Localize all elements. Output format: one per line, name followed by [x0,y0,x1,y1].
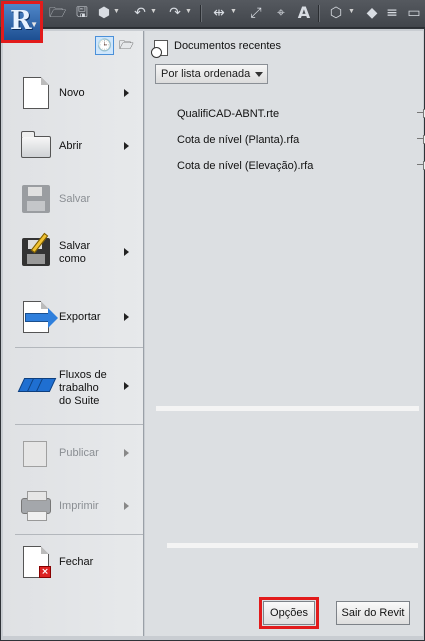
chevron-down-icon[interactable]: ▼ [348,8,355,15]
menu-commands-panel: 🕒 🗁 Novo Abrir Salvar Salvar como Export… [3,31,144,636]
thin-lines-icon[interactable]: ≡ [384,5,400,21]
save-icon[interactable]: 🖫 [74,5,90,21]
sort-order-select[interactable]: Por lista ordenada [155,64,268,84]
submenu-arrow-icon [124,449,129,457]
dimension-icon[interactable]: ⤢ [248,5,264,21]
recent-documents-title: Documentos recentes [174,40,281,52]
recent-documents-icon [151,40,168,58]
revit-logo-icon: R [10,6,32,36]
menu-item-label-line1: Fluxos de [59,369,107,381]
options-button[interactable]: Opções [259,597,319,629]
menu-item-publish[interactable]: Publicar [3,427,144,479]
submenu-arrow-icon [124,382,129,390]
menu-item-export[interactable]: Exportar [3,291,144,343]
recent-document-name: QualifiCAD-ABNT.rte [177,108,280,120]
text-icon[interactable]: A [296,5,312,21]
redo-icon[interactable]: ↷ [167,5,183,21]
menu-item-save[interactable]: Salvar [3,173,144,225]
menu-item-label: Salvar [59,193,91,205]
sync-icon[interactable]: ⬢ [96,5,112,21]
menu-item-label-line3: do Suite [59,395,100,407]
folder-icon [19,130,53,164]
recent-documents-panel: Documentos recentes Por lista ordenada Q… [145,31,425,636]
open-documents-view-button[interactable]: 🗁 [117,36,136,55]
publish-icon [19,437,53,471]
panel-divider [167,543,418,548]
toolbar-divider [318,5,319,22]
exit-revit-button[interactable]: Sair do Revit [336,601,410,625]
menu-item-label: Publicar [59,447,99,459]
menu-item-label: Imprimir [59,500,99,512]
new-document-icon [19,77,53,111]
3d-view-icon[interactable]: ⬡ [328,5,344,21]
menu-item-print[interactable]: Imprimir [3,480,144,532]
menu-item-close[interactable]: × Fechar [3,536,144,588]
pin-icon[interactable] [417,135,425,144]
submenu-arrow-icon [124,142,129,150]
menu-item-label: Abrir [59,140,83,152]
menu-item-suite-workflows[interactable]: Fluxos de trabalho do Suite [3,356,144,416]
open-icon[interactable]: 🗁 [49,5,66,21]
application-menu-button[interactable]: R ▼ [1,1,43,43]
chevron-down-icon[interactable]: ▼ [185,8,192,15]
chevron-down-icon[interactable]: ▼ [230,8,237,15]
menu-item-label-line2: como [59,253,86,265]
menu-item-label-line2: trabalho [59,382,99,394]
sort-order-value: Por lista ordenada [161,68,251,80]
recent-document-item[interactable]: Cota de nível (Planta).rfa [177,132,425,148]
recent-documents-view-button[interactable]: 🕒 [95,36,114,55]
menu-item-label: Fechar [59,556,94,568]
menu-item-label: Exportar [59,311,101,323]
pin-icon[interactable] [417,161,425,170]
suite-workflows-icon [17,370,57,404]
save-as-icon [19,232,53,270]
menu-item-open[interactable]: Abrir [3,120,144,172]
menu-divider [15,424,143,425]
menu-divider [15,534,143,535]
menu-item-save-as[interactable]: Salvar como [3,226,144,278]
recent-document-name: Cota de nível (Elevação).rfa [177,160,314,172]
quick-access-toolbar: R ▼ 🗁 🖫 ⬢ ▼ ↶ ▼ ↷ ▼ ⇹ ▼ ⤢ ⌖ A ⬡ ▼ ◆ ≡ ▭ [0,0,425,43]
menu-item-label-line1: Salvar [59,240,91,252]
submenu-arrow-icon [124,313,129,321]
section-icon[interactable]: ◆ [365,5,379,21]
tag-icon[interactable]: ⌖ [273,5,289,21]
measure-icon[interactable]: ⇹ [210,5,228,21]
export-icon [19,301,58,335]
printer-icon [19,490,53,524]
submenu-arrow-icon [124,248,129,256]
panel-divider [156,406,419,411]
close-document-icon: × [19,546,53,580]
menu-item-new[interactable]: Novo [3,67,144,119]
switch-windows-icon[interactable]: ▭ [406,5,422,21]
toolbar-divider [200,5,201,22]
recent-document-item[interactable]: QualifiCAD-ABNT.rte [177,106,425,122]
pin-icon[interactable] [417,109,425,118]
chevron-down-icon[interactable]: ▼ [150,8,157,15]
recent-document-item[interactable]: Cota de nível (Elevação).rfa [177,158,425,174]
chevron-down-icon: ▼ [30,20,38,29]
chevron-down-icon[interactable]: ▼ [113,8,120,15]
submenu-arrow-icon [124,89,129,97]
save-disk-icon [19,183,53,217]
recent-document-name: Cota de nível (Planta).rfa [177,134,300,146]
application-menu: 🕒 🗁 Novo Abrir Salvar Salvar como Export… [0,28,425,641]
undo-icon[interactable]: ↶ [132,5,148,21]
menu-divider [15,347,143,348]
chevron-down-icon [255,72,263,77]
menu-item-label: Novo [59,87,85,99]
submenu-arrow-icon [124,502,129,510]
